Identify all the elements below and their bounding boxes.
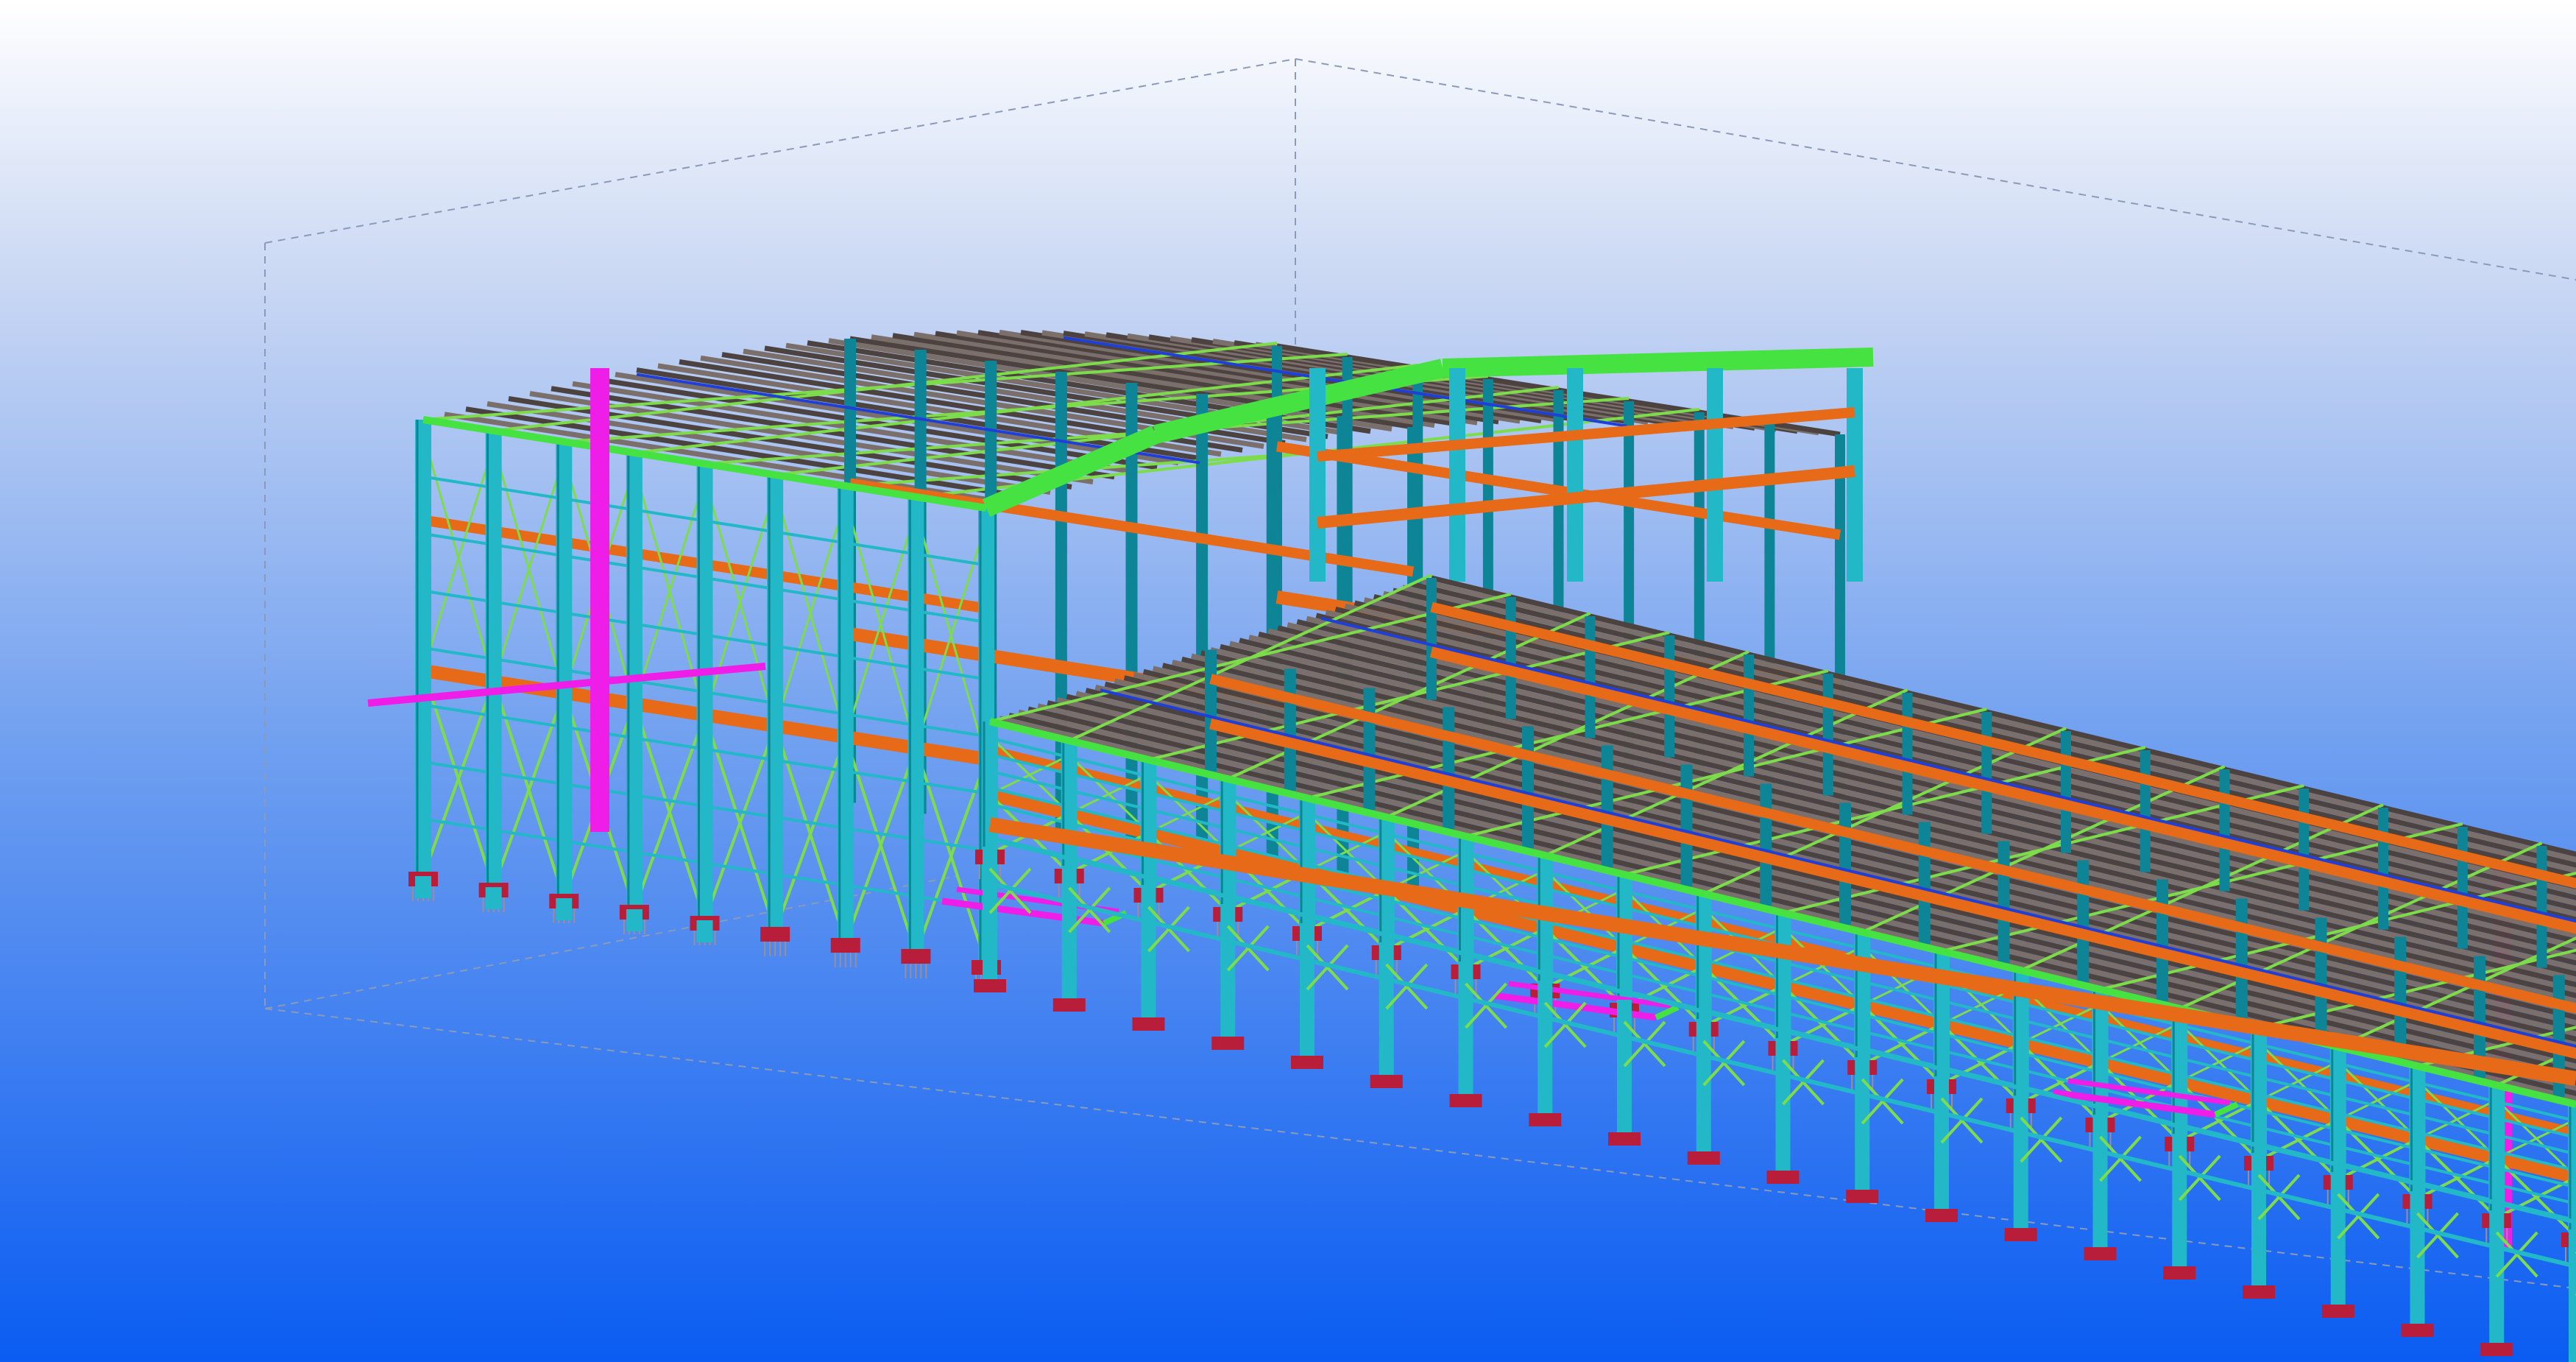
- base-plate: [1608, 1132, 1641, 1146]
- work-area-edge: [1295, 58, 2576, 280]
- base-plate: [1846, 1190, 1879, 1203]
- base-plate: [1132, 1017, 1165, 1031]
- base-plate: [1291, 1056, 1323, 1069]
- base-plate: [1370, 1075, 1403, 1088]
- base-plate: [1925, 1209, 1958, 1222]
- model-viewport[interactable]: [0, 0, 2576, 1362]
- base-plate: [1766, 1171, 1800, 1184]
- base-plate: [830, 938, 860, 953]
- base-plate: [2084, 1247, 2117, 1260]
- base-plate: [1687, 1151, 1720, 1165]
- base-plate: [2480, 1343, 2513, 1356]
- base-plate: [1211, 1037, 1245, 1050]
- base-plate: [1449, 1094, 1482, 1107]
- base-plate: [2401, 1324, 2434, 1337]
- base-plate: [1052, 998, 1086, 1012]
- base-plate: [1529, 1113, 1562, 1126]
- platform-beam: [1655, 1004, 1680, 1020]
- base-plate: [2243, 1285, 2275, 1299]
- base-plate: [901, 949, 931, 964]
- building-b-frame[interactable]: [941, 574, 2576, 1362]
- base-plate: [2004, 1228, 2037, 1241]
- base-plate: [2163, 1266, 2196, 1280]
- rafter: [1442, 347, 1874, 378]
- work-area-edge: [264, 58, 1296, 244]
- base-plate: [2321, 1305, 2354, 1318]
- base-plate: [974, 979, 1006, 992]
- base-plate: [760, 927, 790, 942]
- steel-structure-model[interactable]: [0, 0, 2576, 1362]
